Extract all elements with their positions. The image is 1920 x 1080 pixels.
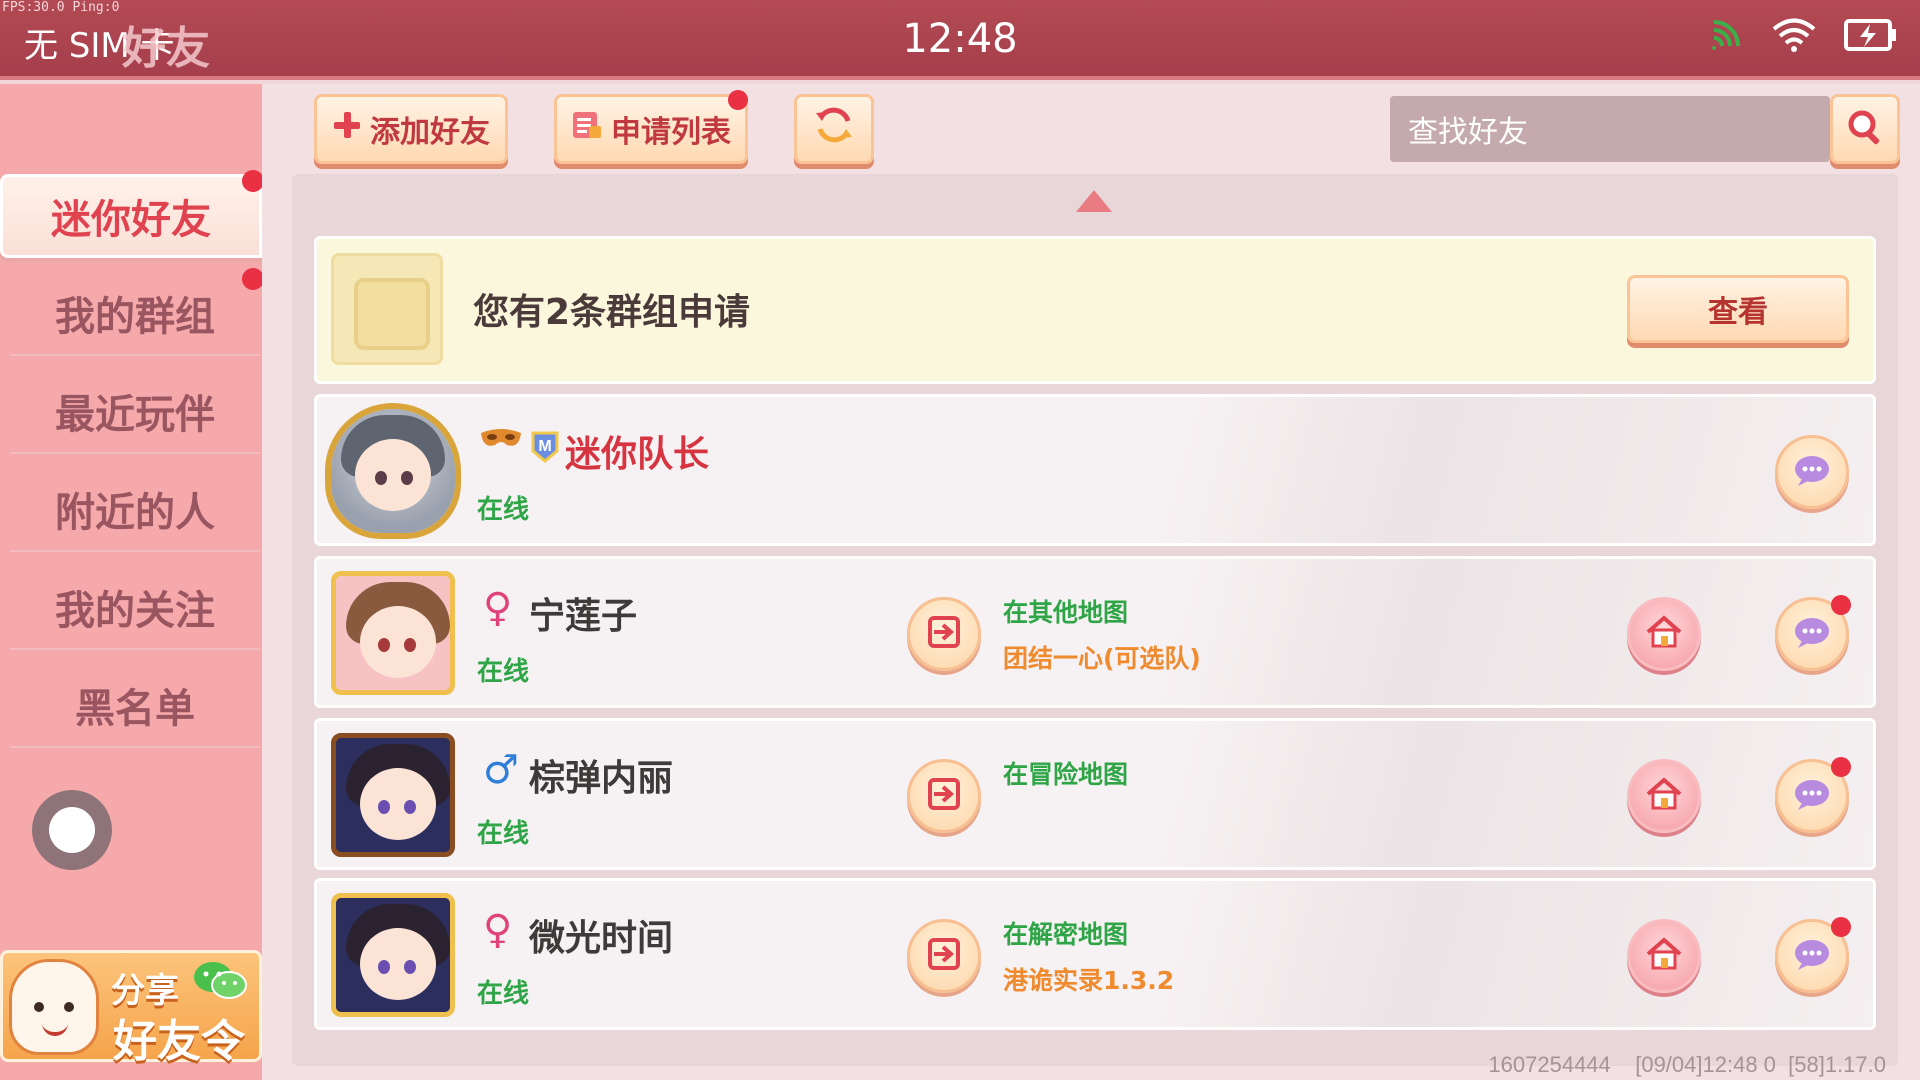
online-status: 在线 bbox=[477, 495, 530, 525]
enter-icon bbox=[926, 777, 962, 815]
battery-charging-icon bbox=[1844, 18, 1898, 52]
group-request-text: 您有2条群组申请 bbox=[473, 292, 751, 333]
plus-icon bbox=[332, 110, 362, 148]
view-label: 查看 bbox=[1708, 295, 1768, 330]
join-game-button[interactable] bbox=[907, 597, 981, 671]
sidebar-item-label: 迷你好友 bbox=[51, 197, 211, 243]
search-input[interactable]: 查找好友 bbox=[1390, 96, 1830, 162]
avatar[interactable] bbox=[331, 409, 455, 533]
floating-assist-button[interactable] bbox=[32, 790, 112, 870]
unread-message-badge bbox=[1831, 595, 1851, 615]
female-icon: ♀ bbox=[483, 585, 513, 631]
notification-badge bbox=[242, 268, 264, 290]
friend-row[interactable]: ♀ 微光时间 在线 在解密地图 港诡实录1.3.2 bbox=[314, 878, 1876, 1030]
house-icon bbox=[1644, 936, 1684, 976]
friend-name: 宁莲子 bbox=[529, 596, 638, 637]
notification-badge bbox=[728, 90, 748, 110]
sidebar-item-my-groups[interactable]: 我的群组 bbox=[10, 272, 260, 356]
add-friend-label: 添加好友 bbox=[370, 115, 490, 150]
mascot-icon bbox=[9, 959, 99, 1055]
map-status: 在其他地图 bbox=[1003, 598, 1129, 627]
sidebar-item-following[interactable]: 我的关注 bbox=[10, 566, 260, 650]
build-info-text: 1607254444 [09/04]12:48 0 [58]1.17.0 bbox=[1488, 1052, 1886, 1077]
house-icon bbox=[1644, 614, 1684, 654]
wechat-icon bbox=[194, 962, 247, 999]
unread-message-badge bbox=[1831, 757, 1851, 777]
wifi-icon bbox=[1772, 18, 1816, 52]
share-title: 好友令 bbox=[113, 1016, 245, 1067]
enter-icon bbox=[926, 937, 962, 975]
list-icon bbox=[571, 110, 603, 148]
search-placeholder: 查找好友 bbox=[1408, 115, 1528, 150]
avatar[interactable] bbox=[331, 571, 455, 695]
join-game-button[interactable] bbox=[907, 759, 981, 833]
status-bar: FPS:30.0 Ping:0 无 SIM 卡 好友 12:48 bbox=[0, 0, 1920, 80]
friend-row[interactable]: ♂ 棕弹内丽 在线 在冒险地图 bbox=[314, 718, 1876, 870]
visit-home-button[interactable] bbox=[1627, 919, 1701, 993]
male-icon: ♂ bbox=[483, 747, 519, 793]
female-icon: ♀ bbox=[483, 907, 513, 953]
search-button[interactable] bbox=[1830, 94, 1900, 164]
house-icon bbox=[1644, 776, 1684, 816]
sidebar-item-nearby[interactable]: 附近的人 bbox=[10, 468, 260, 552]
refresh-button[interactable] bbox=[794, 94, 874, 164]
chat-bubble-icon bbox=[1792, 615, 1832, 653]
unread-message-badge bbox=[1831, 917, 1851, 937]
request-list-label: 申请列表 bbox=[611, 115, 731, 150]
sidebar-item-label: 黑名单 bbox=[75, 686, 195, 732]
join-game-button[interactable] bbox=[907, 919, 981, 993]
scroll-up-arrow-icon[interactable] bbox=[1076, 190, 1112, 212]
online-status: 在线 bbox=[477, 657, 530, 687]
map-status: 在冒险地图 bbox=[1003, 760, 1129, 789]
avatar[interactable] bbox=[331, 733, 455, 857]
map-status: 在解密地图 bbox=[1003, 920, 1129, 949]
sidebar-item-label: 我的关注 bbox=[55, 588, 215, 634]
clock: 12:48 bbox=[902, 16, 1018, 62]
sidebar-item-label: 附近的人 bbox=[55, 490, 215, 536]
friend-name: 棕弹内丽 bbox=[529, 758, 674, 799]
group-icon bbox=[331, 253, 443, 365]
friend-name: 迷你队长 bbox=[565, 434, 710, 475]
sidebar-item-recent-players[interactable]: 最近玩伴 bbox=[10, 370, 260, 454]
online-status: 在线 bbox=[477, 979, 530, 1009]
chat-button[interactable] bbox=[1775, 435, 1849, 509]
search-icon bbox=[1845, 107, 1885, 151]
sidebar-item-label: 我的群组 bbox=[55, 294, 215, 340]
friend-row[interactable]: M 迷你队长 在线 bbox=[314, 394, 1876, 546]
enter-icon bbox=[926, 615, 962, 653]
online-status: 在线 bbox=[477, 819, 530, 849]
sidebar-item-blacklist[interactable]: 黑名单 bbox=[10, 664, 260, 748]
request-list-button[interactable]: 申请列表 bbox=[554, 94, 748, 164]
view-group-requests-button[interactable]: 查看 bbox=[1627, 275, 1849, 343]
share-friend-code-button[interactable]: 分享 好友令 bbox=[0, 950, 262, 1067]
notification-badge bbox=[242, 170, 264, 192]
visit-home-button[interactable] bbox=[1627, 759, 1701, 833]
avatar[interactable] bbox=[331, 893, 455, 1017]
chat-bubble-icon bbox=[1792, 453, 1832, 491]
visit-home-button[interactable] bbox=[1627, 597, 1701, 671]
add-friend-button[interactable]: 添加好友 bbox=[314, 94, 508, 164]
cast-icon bbox=[1710, 20, 1744, 50]
chat-bubble-icon bbox=[1792, 777, 1832, 815]
debug-fps-text: FPS:30.0 Ping:0 bbox=[2, 0, 120, 15]
map-name: 港诡实录1.3.2 bbox=[1003, 966, 1175, 995]
vip-badge-icon: M bbox=[529, 429, 561, 467]
group-request-row: 您有2条群组申请 查看 bbox=[314, 236, 1876, 384]
chat-bubble-icon bbox=[1792, 937, 1832, 975]
sidebar-item-label: 最近玩伴 bbox=[55, 392, 215, 438]
friend-name: 微光时间 bbox=[529, 918, 674, 959]
svg-text:M: M bbox=[538, 438, 551, 455]
friend-row[interactable]: ♀ 宁莲子 在线 在其他地图 团结一心(可选队) bbox=[314, 556, 1876, 708]
refresh-icon bbox=[812, 103, 856, 155]
map-name: 团结一心(可选队) bbox=[1003, 644, 1201, 673]
mask-icon bbox=[479, 427, 523, 457]
sidebar-item-mini-friends[interactable]: 迷你好友 bbox=[0, 174, 262, 258]
